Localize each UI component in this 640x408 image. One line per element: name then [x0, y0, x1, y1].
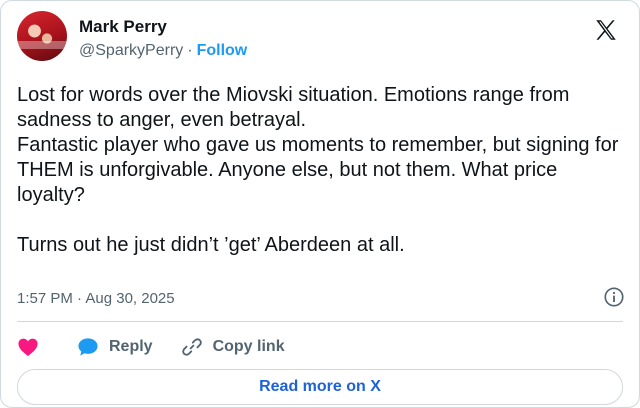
separator-dot: ·: [187, 42, 193, 59]
divider: [17, 321, 623, 322]
tweet-header: Mark Perry @SparkyPerry · Follow: [17, 11, 623, 61]
follow-button[interactable]: Follow: [197, 42, 248, 59]
like-button[interactable]: [17, 337, 39, 357]
author-handle-line: @SparkyPerry · Follow: [79, 40, 247, 62]
tweet-text: Lost for words over the Miovski situatio…: [17, 84, 619, 256]
copy-link-button[interactable]: Copy link: [181, 336, 285, 358]
tweet-timestamp[interactable]: 1:57 PM · Aug 30, 2025: [17, 290, 175, 307]
embedded-tweet-card: Mark Perry @SparkyPerry · Follow Lost for …: [0, 0, 640, 408]
speech-bubble-icon: [78, 338, 98, 356]
reply-button[interactable]: Reply: [77, 337, 153, 357]
avatar[interactable]: [17, 11, 67, 61]
author-info: Mark Perry @SparkyPerry · Follow: [79, 17, 247, 62]
copy-link-label: Copy link: [212, 338, 285, 355]
author-handle[interactable]: @SparkyPerry: [79, 42, 183, 59]
reply-label: Reply: [109, 338, 153, 355]
heart-icon: [18, 338, 38, 357]
info-icon[interactable]: [603, 286, 625, 308]
x-logo-icon[interactable]: [593, 17, 619, 43]
link-icon: [181, 338, 202, 356]
author-display-name[interactable]: Mark Perry: [79, 17, 247, 37]
action-bar: Reply Copy link: [17, 333, 285, 361]
read-more-button[interactable]: Read more on X: [17, 369, 623, 405]
